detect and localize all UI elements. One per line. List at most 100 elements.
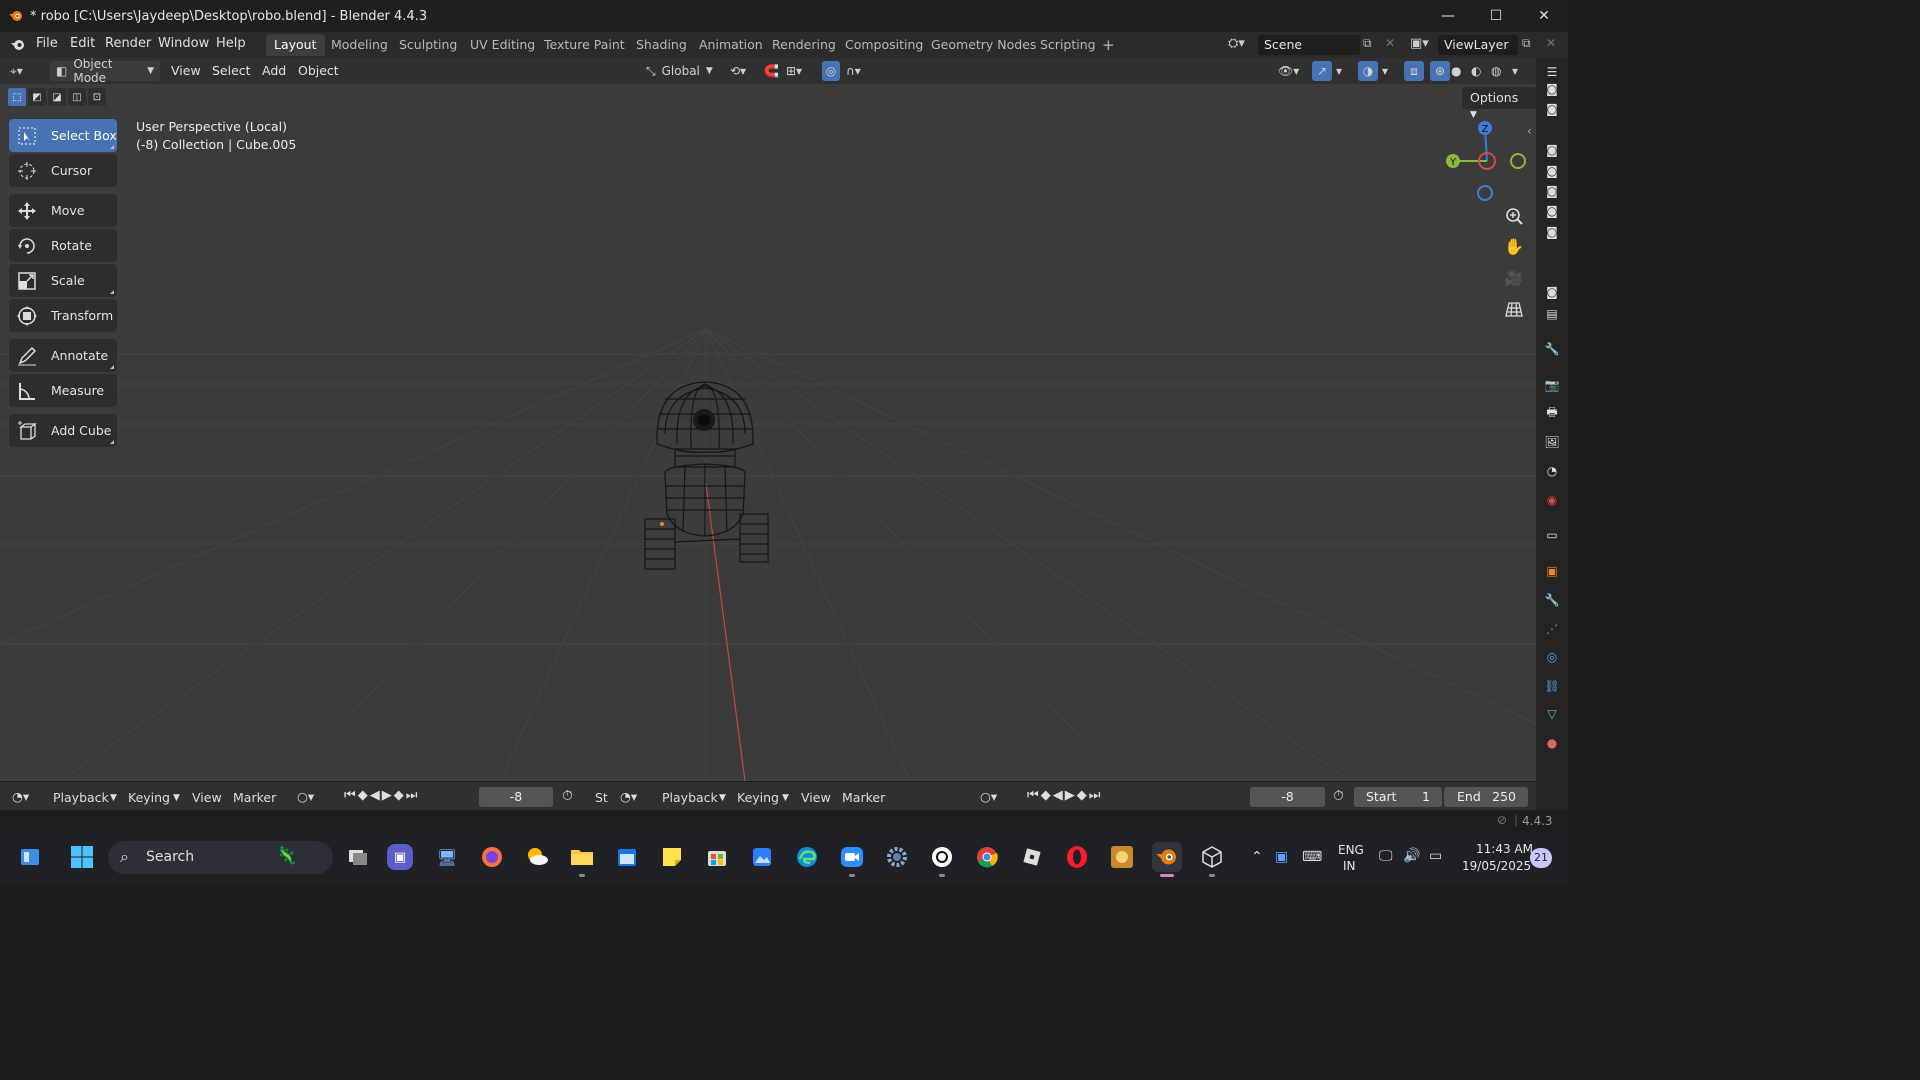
xray-toggle-icon[interactable]: ⧈ [1404, 61, 1424, 81]
menu-file[interactable]: File [36, 36, 58, 51]
current-frame-field-2[interactable]: -8 [1250, 787, 1325, 807]
timeline-editor-type-icon-2[interactable]: ◔▾ [620, 789, 637, 804]
header-menu-select[interactable]: Select [212, 63, 251, 78]
overlays-dropdown-icon[interactable]: ▾ [1382, 61, 1388, 81]
camera-visibility-icon[interactable]: ◙ [1543, 283, 1561, 301]
scene-properties-icon[interactable]: ◔ [1543, 462, 1561, 480]
minimize-button[interactable]: — [1424, 0, 1472, 32]
timeline-menu-playback[interactable]: Playback [53, 790, 109, 805]
close-button[interactable]: ✕ [1520, 0, 1568, 32]
chrome-icon[interactable] [972, 842, 1002, 872]
menu-edit[interactable]: Edit [70, 36, 95, 51]
firefox-icon[interactable] [477, 842, 507, 872]
camera-visibility-icon[interactable]: ◙ [1543, 162, 1561, 180]
3d-viewer-icon[interactable] [1197, 842, 1227, 872]
tab-animation[interactable]: Animation [691, 34, 771, 56]
camera-visibility-icon[interactable]: ◙ [1543, 182, 1561, 200]
tool-transform[interactable]: Transform [9, 299, 117, 332]
tab-shading[interactable]: Shading [628, 34, 695, 56]
rendered-shading-icon[interactable]: ◍ [1491, 61, 1501, 81]
object-properties-icon[interactable]: ▣ [1543, 562, 1561, 580]
render-properties-icon[interactable]: 📷 [1543, 376, 1561, 394]
camera-visibility-icon[interactable]: ◙ [1543, 80, 1561, 98]
collection-properties-icon[interactable]: ▭ [1543, 526, 1561, 544]
delete-viewlayer-icon[interactable]: ✕ [1546, 36, 1556, 50]
header-menu-object[interactable]: Object [298, 63, 339, 78]
add-workspace-icon[interactable]: + [1094, 33, 1123, 55]
timeline-menu-view-2[interactable]: View [801, 790, 831, 805]
autokey-icon-2[interactable]: ○▾ [980, 789, 997, 804]
stopwatch-icon-2[interactable]: ⏱ [1333, 788, 1344, 804]
autokey-icon[interactable]: ○▾ [297, 789, 314, 804]
falloff-icon[interactable]: ∩▾ [846, 61, 861, 81]
calendar-icon[interactable] [612, 842, 642, 872]
tool-select-box[interactable]: Select Box [9, 119, 117, 152]
tool-cursor[interactable]: Cursor [9, 154, 117, 187]
world-properties-icon[interactable]: ◉ [1543, 491, 1561, 509]
opera-icon[interactable] [1062, 842, 1092, 872]
camera-visibility-icon[interactable]: ◙ [1543, 223, 1561, 241]
camera-visibility-icon[interactable]: ◙ [1543, 100, 1561, 118]
tool-measure[interactable]: Measure [9, 374, 117, 407]
delete-scene-icon[interactable]: ✕ [1385, 36, 1395, 50]
material-properties-icon[interactable]: ● [1543, 734, 1561, 752]
game-icon[interactable] [1107, 842, 1137, 872]
new-viewlayer-icon[interactable]: ⧉ [1522, 36, 1531, 51]
settings-gear-icon[interactable] [882, 842, 912, 872]
menu-window[interactable]: Window [158, 36, 209, 51]
pivot-point-icon[interactable]: ⟲▾ [730, 61, 746, 81]
timeline-menu-view[interactable]: View [192, 790, 222, 805]
navigation-gizmo[interactable]: Z Y [1440, 115, 1530, 210]
tool-annotate[interactable]: Annotate [9, 339, 117, 372]
viewlayer-name-field[interactable]: ViewLayer [1438, 35, 1518, 55]
playback-controls-2[interactable]: ⏮◆◀▶◆⏭ [1027, 788, 1102, 803]
physics-properties-icon[interactable]: ◎ [1543, 648, 1561, 666]
tab-layout[interactable]: Layout [266, 34, 325, 56]
timeline-menu-keying-2[interactable]: Keying [737, 790, 779, 805]
select-invert-icon[interactable]: ◫ [68, 88, 86, 106]
notification-badge[interactable]: 21 [1530, 848, 1552, 868]
scene-selector-icon[interactable]: ⛭▾ [1228, 36, 1245, 51]
task-view-icon[interactable] [343, 842, 373, 872]
end-frame-field[interactable]: End 250 [1444, 787, 1528, 807]
output-properties-icon[interactable]: 🖶 [1543, 404, 1561, 422]
gizmo-neg-y-axis[interactable] [1510, 153, 1526, 169]
start-frame-field[interactable]: Start 1 [1354, 787, 1442, 807]
widgets-icon[interactable] [15, 842, 45, 872]
tab-scripting[interactable]: Scripting [1032, 34, 1104, 56]
start-menu-icon[interactable] [67, 842, 97, 872]
language-label[interactable]: ENG [1338, 843, 1364, 857]
tab-compositing[interactable]: Compositing [837, 34, 931, 56]
snap-target-icon[interactable]: ⊞▾ [786, 61, 802, 81]
network-icon[interactable]: 🖵 [1379, 848, 1393, 864]
scene-name-field[interactable]: Scene [1258, 35, 1360, 55]
clock-date[interactable]: 19/05/2025 [1462, 859, 1531, 873]
rdp-icon[interactable]: 🖥 [432, 842, 462, 872]
menu-help[interactable]: Help [216, 36, 246, 51]
tab-texture-paint[interactable]: Texture Paint [536, 34, 633, 56]
sticky-notes-icon[interactable] [657, 842, 687, 872]
keyboard-icon[interactable]: ⌨ [1302, 849, 1322, 865]
tray-zoom-icon[interactable]: ▣ [1275, 849, 1288, 865]
zoom-meetings-icon[interactable] [837, 842, 867, 872]
region-label[interactable]: IN [1343, 859, 1356, 873]
tool-properties-icon[interactable]: 🔧 [1543, 340, 1561, 358]
select-intersect-icon[interactable]: ⊡ [88, 88, 106, 106]
tool-add-cube[interactable]: Add Cube [9, 414, 117, 447]
header-menu-add[interactable]: Add [262, 63, 286, 78]
properties-toggle-icon[interactable]: ▤ [1543, 305, 1561, 323]
select-extend-icon[interactable]: ◩ [28, 88, 46, 106]
mode-dropdown[interactable]: ◧ Object Mode ▼ [50, 57, 160, 85]
data-properties-icon[interactable]: ▽ [1543, 705, 1561, 723]
menu-render[interactable]: Render [105, 36, 151, 51]
timeline-menu-marker-2[interactable]: Marker [842, 790, 885, 805]
weather-icon[interactable] [522, 842, 552, 872]
constraints-properties-icon[interactable]: ⛓ [1543, 677, 1561, 695]
timeline-editor-type-icon[interactable]: ◔▾ [12, 789, 29, 804]
gizmo-toggle-icon[interactable]: ↗ [1312, 61, 1332, 81]
robot-wireframe-model[interactable] [625, 374, 785, 594]
camera-visibility-icon[interactable]: ◙ [1543, 202, 1561, 220]
clock-time[interactable]: 11:43 AM [1476, 842, 1533, 856]
file-explorer-icon[interactable] [567, 842, 597, 872]
pan-hand-icon[interactable]: ✋ [1500, 232, 1528, 260]
